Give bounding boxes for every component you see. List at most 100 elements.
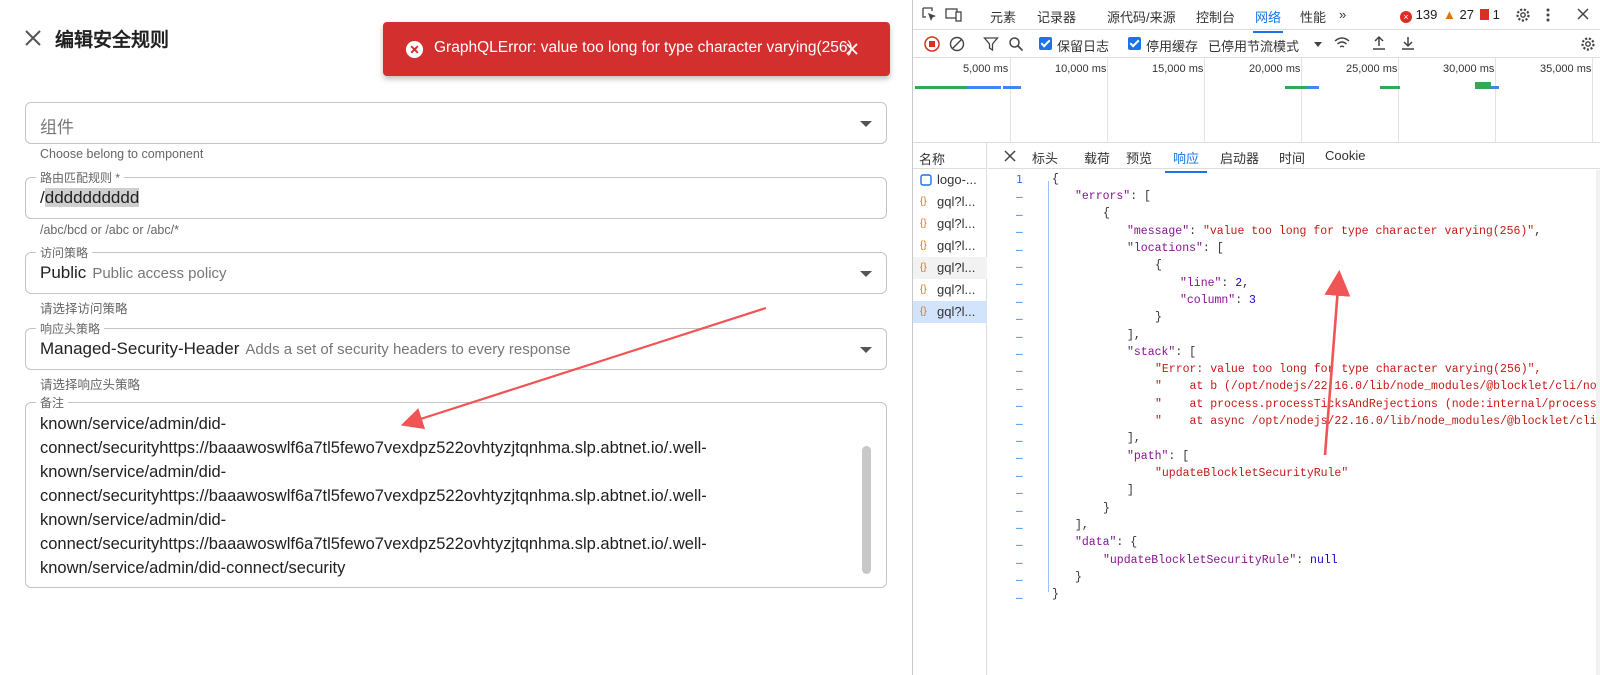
route-value[interactable]: /dddddddddd: [40, 188, 140, 208]
tab-console[interactable]: 控制台: [1196, 7, 1235, 26]
code-line: "errors": [: [1075, 190, 1151, 203]
response-scrollbar[interactable]: [1596, 170, 1600, 675]
tab-network[interactable]: 网络: [1252, 7, 1284, 33]
more-tabs-icon[interactable]: »: [1339, 7, 1346, 22]
line-number: –: [1016, 329, 1023, 343]
code-line: "data": {: [1075, 536, 1138, 549]
warning-triangle-icon: ▲: [1443, 7, 1456, 22]
close-icon[interactable]: [22, 27, 44, 49]
request-row[interactable]: logo-...: [913, 169, 987, 191]
fetch-icon: {}: [920, 196, 927, 207]
tab-headers[interactable]: 标头: [1032, 148, 1058, 167]
response-body: { "errors": [ { "message": "value too lo…: [1048, 169, 1600, 675]
line-number: –: [1016, 590, 1023, 604]
warning-count-badge[interactable]: ▲ 27: [1443, 7, 1474, 22]
disable-cache-checkbox[interactable]: [1128, 37, 1141, 50]
request-row-selected[interactable]: {} gql?l...: [913, 301, 987, 323]
request-row[interactable]: {} gql?l...: [913, 257, 987, 279]
line-number: –: [1016, 468, 1023, 482]
chevron-down-icon[interactable]: [1314, 42, 1322, 47]
inspect-icon[interactable]: [922, 7, 938, 23]
error-icon: [405, 40, 424, 59]
timeline-bar: [1307, 86, 1319, 89]
line-number: –: [1016, 225, 1023, 239]
timeline-tick: 15,000 ms: [1152, 63, 1204, 75]
code-line: }: [1103, 502, 1110, 515]
device-toolbar-icon[interactable]: [945, 7, 963, 23]
code-line: ],: [1127, 329, 1141, 342]
header-policy-select[interactable]: 响应头策略 Managed-Security-Header Adds a set …: [25, 320, 887, 370]
gear-icon[interactable]: [1580, 36, 1596, 52]
error-count-badge[interactable]: × 139: [1400, 7, 1437, 23]
issues-count-badge[interactable]: 1: [1480, 7, 1500, 22]
line-number: –: [1016, 294, 1023, 308]
notes-line: connect/securityhttps://baaawoswlf6a7tl5…: [40, 487, 707, 505]
toast-message: GraphQLError: value too long for type ch…: [434, 39, 853, 56]
network-overview-timeline[interactable]: 5,000 ms 10,000 ms 15,000 ms 20,000 ms 2…: [913, 58, 1600, 143]
line-number: 1: [1016, 173, 1023, 186]
devtools-panel: 元素 记录器 源代码/来源 控制台 网络 性能 » × 139 ▲ 27 1 保…: [912, 0, 1600, 675]
preserve-log-label: 保留日志: [1057, 39, 1110, 54]
search-icon[interactable]: [1008, 36, 1024, 52]
tab-response[interactable]: 响应: [1164, 148, 1208, 173]
line-number: –: [1016, 347, 1023, 360]
request-row[interactable]: {} gql?l...: [913, 235, 987, 257]
tab-performance[interactable]: 性能: [1300, 7, 1326, 26]
timeline-bar: [915, 86, 967, 89]
tab-elements[interactable]: 元素: [990, 7, 1016, 26]
request-list-header[interactable]: 名称: [913, 143, 987, 169]
preserve-log-checkbox[interactable]: [1039, 37, 1052, 50]
timeline-tick: 35,000 ms: [1540, 63, 1592, 75]
route-label: 路由匹配规则 *: [36, 169, 125, 186]
access-policy-select[interactable]: 访问策略 Public Public access policy: [25, 244, 887, 294]
close-icon[interactable]: [1004, 150, 1016, 162]
tab-cookies[interactable]: Cookie: [1325, 148, 1365, 163]
timeline-gridline: [1204, 58, 1205, 143]
request-row[interactable]: {} gql?l...: [913, 213, 987, 235]
code-line: "updateBlockletSecurityRule": [1155, 467, 1349, 480]
fetch-icon: {}: [920, 262, 927, 273]
timeline-gridline: [1301, 58, 1302, 143]
access-policy-label: 访问策略: [36, 244, 93, 261]
clear-icon[interactable]: [949, 36, 965, 52]
tab-recorder[interactable]: 记录器: [1037, 7, 1076, 26]
network-conditions-icon[interactable]: [1333, 35, 1351, 51]
filter-icon[interactable]: [983, 36, 999, 52]
component-select[interactable]: 组件: [25, 102, 887, 144]
tab-sources[interactable]: 源代码/来源: [1107, 7, 1176, 26]
code-line: }: [1075, 571, 1082, 584]
request-row[interactable]: {} gql?l...: [913, 279, 987, 301]
line-number: –: [1016, 555, 1023, 569]
line-gutter: 1 – – – – – – – – – – – – – – – – – – – – – – – –: [988, 169, 1048, 675]
tab-preview[interactable]: 预览: [1126, 148, 1152, 167]
kebab-menu-icon[interactable]: [1545, 7, 1551, 23]
tab-timing[interactable]: 时间: [1279, 148, 1305, 167]
route-input[interactable]: 路由匹配规则 * /dddddddddd: [25, 169, 887, 219]
notes-scrollbar[interactable]: [862, 446, 871, 574]
timeline-bar: [1475, 82, 1491, 89]
line-number: –: [1016, 381, 1023, 395]
code-line: ],: [1075, 519, 1089, 532]
gear-icon[interactable]: [1515, 7, 1531, 23]
notes-line: known/service/admin/did-: [40, 511, 227, 529]
tab-payload[interactable]: 载荷: [1084, 148, 1110, 167]
record-stop-icon[interactable]: [924, 36, 940, 52]
fetch-icon: {}: [920, 240, 927, 251]
timeline-tick: 5,000 ms: [963, 63, 1009, 75]
close-icon[interactable]: [844, 41, 860, 57]
close-icon[interactable]: [1577, 8, 1589, 20]
line-number: –: [1016, 260, 1023, 273]
tab-initiator[interactable]: 启动器: [1220, 148, 1259, 167]
fetch-icon: {}: [920, 218, 927, 229]
access-policy-desc: Public access policy: [92, 265, 227, 282]
request-row[interactable]: {} gql?l...: [913, 191, 987, 213]
code-line: " at b (/opt/nodejs/22.16.0/lib/node_mod…: [1155, 380, 1600, 393]
code-line: "Error: value too long for type characte…: [1155, 363, 1542, 376]
throttling-select[interactable]: 已停用节流模式: [1208, 36, 1299, 55]
download-icon[interactable]: [1400, 35, 1416, 51]
timeline-tick: 10,000 ms: [1055, 63, 1107, 75]
line-number: –: [1016, 190, 1023, 204]
code-line: "stack": [: [1127, 346, 1197, 359]
notes-textarea[interactable]: 备注 known/service/admin/did- connect/secu…: [25, 394, 887, 588]
upload-icon[interactable]: [1371, 35, 1387, 51]
